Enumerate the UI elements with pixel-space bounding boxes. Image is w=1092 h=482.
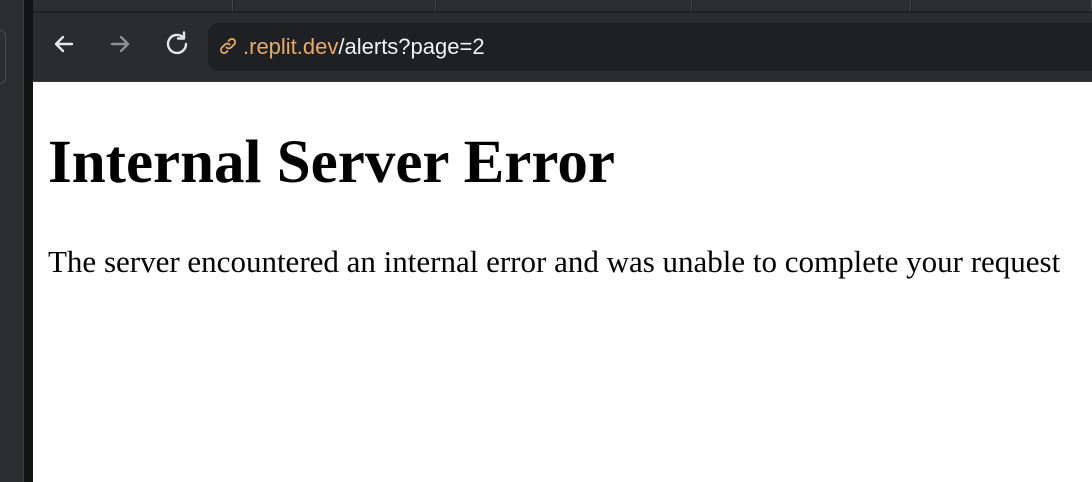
forward-button[interactable]	[107, 31, 133, 57]
browser-tab[interactable]	[912, 0, 1092, 11]
url-text[interactable]: .replit.dev/alerts?page=2	[243, 34, 485, 60]
browser-tab[interactable]	[33, 0, 233, 11]
link-icon[interactable]	[217, 35, 239, 57]
side-panel-handle[interactable]	[0, 30, 6, 84]
page-viewport: Internal Server Error The server encount…	[33, 82, 1092, 482]
browser-window: .replit.dev/alerts?page=2 Internal Serve…	[33, 0, 1092, 482]
reload-icon	[166, 31, 188, 55]
forward-arrow-icon	[110, 35, 130, 53]
browser-tab[interactable]	[437, 0, 692, 11]
back-arrow-icon	[54, 35, 74, 53]
browser-tab[interactable]	[234, 0, 436, 11]
error-message: The server encountered an internal error…	[48, 244, 1061, 279]
reload-button[interactable]	[162, 29, 192, 59]
page-title: Internal Server Error	[48, 129, 615, 196]
address-bar[interactable]: .replit.dev/alerts?page=2	[208, 23, 1092, 71]
url-domain: .replit.dev	[243, 34, 339, 59]
browser-toolbar: .replit.dev/alerts?page=2	[33, 13, 1092, 82]
browser-tab[interactable]	[693, 0, 911, 11]
screen: .replit.dev/alerts?page=2 Internal Serve…	[0, 0, 1092, 482]
left-side-panel	[0, 0, 33, 482]
tab-strip	[33, 0, 1092, 13]
url-path: /alerts?page=2	[338, 34, 485, 59]
back-button[interactable]	[51, 31, 77, 57]
